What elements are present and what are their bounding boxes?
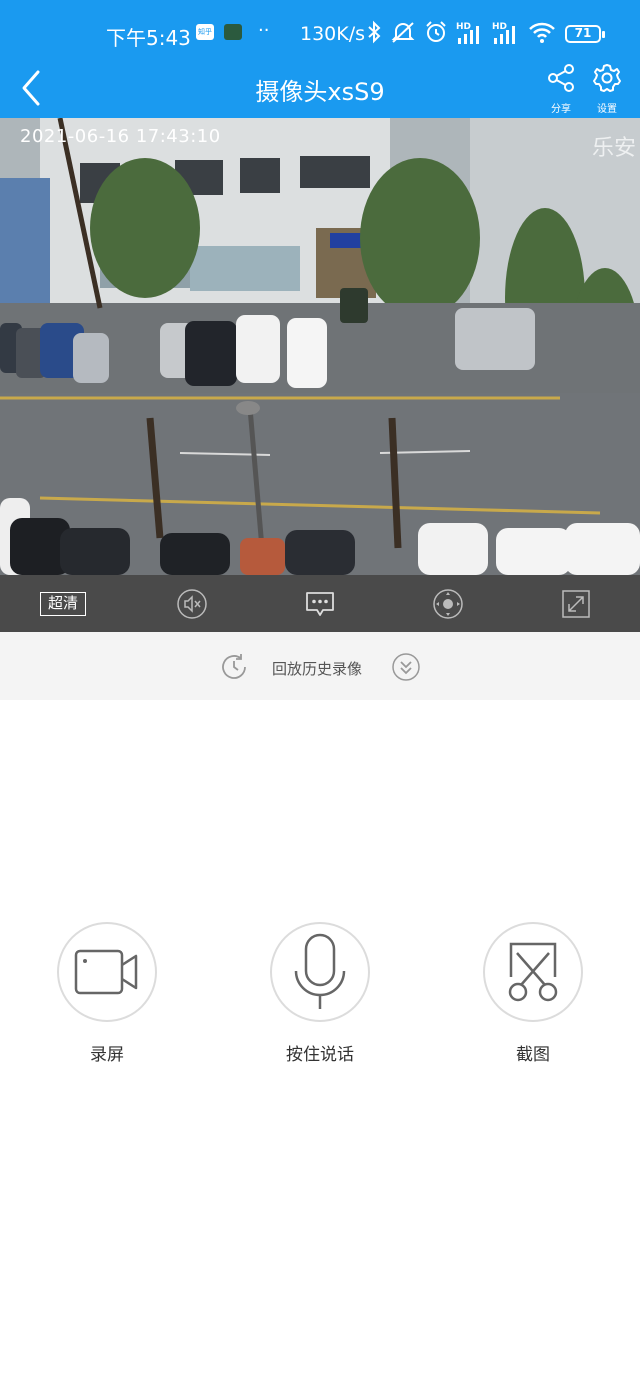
status-bar: 下午5:43 知乎 ·· 130K/s HD HD 71 [0, 0, 640, 62]
svg-text:HD: HD [456, 22, 471, 32]
signal-hd-1-icon: HD [456, 22, 479, 44]
camera-scene [0, 118, 640, 575]
status-time: 下午5:43 [106, 26, 191, 50]
expand-down-icon[interactable] [391, 652, 421, 682]
record-screen-button[interactable]: 录屏 [55, 922, 159, 1065]
video-watermark: 乐安 [591, 136, 636, 161]
battery-level: 71 [574, 26, 592, 40]
quality-button[interactable]: 超清 [40, 592, 86, 616]
talk-circle[interactable] [270, 922, 370, 1022]
playback-label: 回放历史录像 [272, 660, 363, 678]
settings-button[interactable]: 设置 [584, 62, 630, 115]
share-button[interactable]: 分享 [538, 62, 584, 115]
screenshot-label: 截图 [516, 1045, 550, 1065]
record-label: 录屏 [90, 1045, 124, 1065]
svg-text:HD: HD [492, 22, 507, 32]
share-label: 分享 [551, 104, 571, 115]
screenshot-button[interactable]: 截图 [481, 922, 585, 1065]
gear-icon [593, 64, 621, 92]
signal-hd-2-icon: HD [492, 22, 515, 44]
notification-app-icon [224, 24, 242, 40]
title-bar: 摄像头xsS9 分享 设置 [0, 62, 640, 118]
settings-label: 设置 [597, 104, 617, 115]
history-clock-icon [222, 654, 246, 679]
record-circle[interactable] [57, 922, 157, 1022]
microphone-icon [294, 933, 346, 1009]
more-notifications-icon: ·· [258, 20, 270, 41]
share-icon [548, 64, 574, 92]
scissors-screenshot-icon [508, 942, 558, 1002]
ptz-icon[interactable] [432, 588, 464, 620]
video-timestamp: 2021-06-16 17:43:10 [20, 126, 221, 147]
camera-live-view[interactable]: 2021-06-16 17:43:10 乐安 [0, 118, 640, 575]
screenshot-circle[interactable] [483, 922, 583, 1022]
talk-label: 按住说话 [286, 1045, 354, 1065]
playback-history-bar[interactable]: 回放历史录像 [0, 632, 640, 700]
message-icon[interactable] [304, 588, 336, 620]
wifi-icon [529, 22, 555, 43]
mute-icon[interactable] [176, 588, 208, 620]
video-camera-icon [74, 949, 138, 995]
video-control-bar: 超清 [0, 575, 640, 632]
battery-icon: 71 [565, 25, 605, 43]
zhihu-app-icon: 知乎 [196, 24, 214, 40]
fullscreen-icon[interactable] [560, 588, 592, 620]
hold-to-talk-button[interactable]: 按住说话 [268, 922, 372, 1065]
bluetooth-icon [368, 20, 381, 44]
alarm-icon [426, 21, 446, 42]
mute-bell-icon [391, 22, 415, 43]
network-speed: 130K/s [300, 23, 366, 45]
